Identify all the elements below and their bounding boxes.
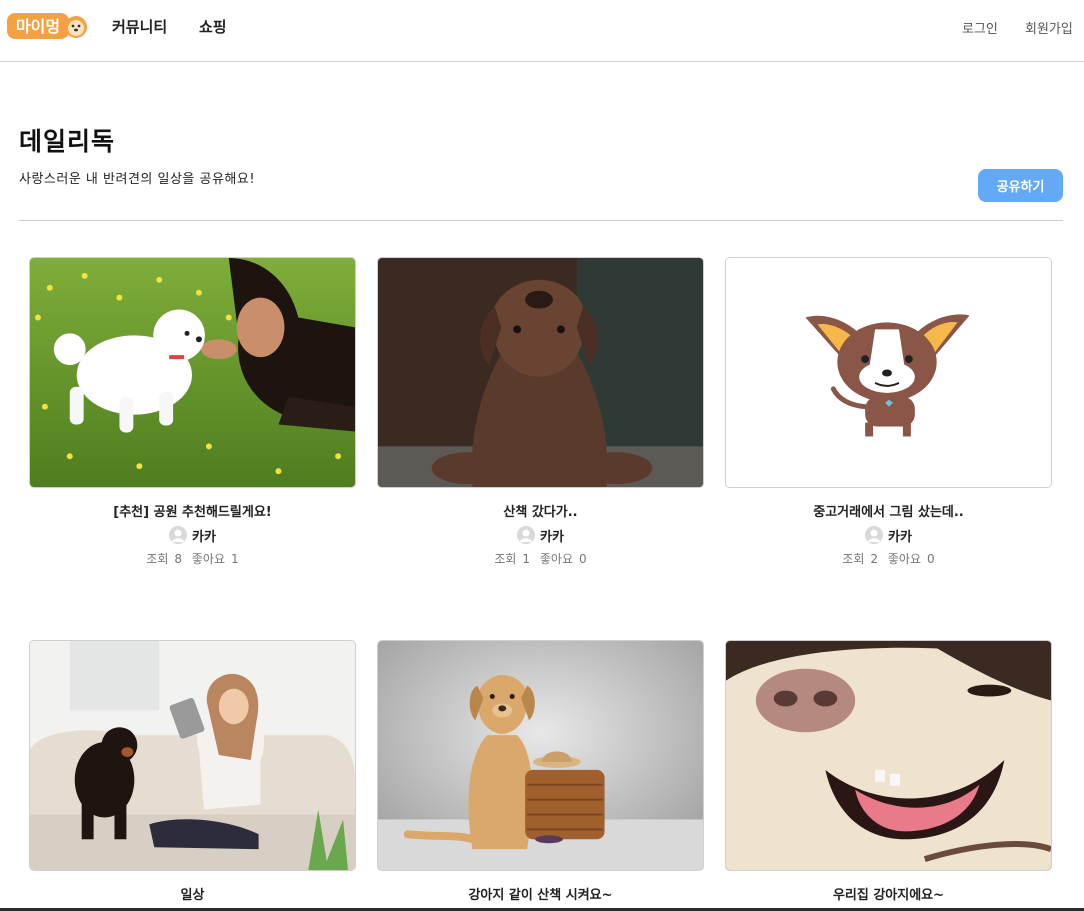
avatar	[169, 526, 188, 544]
signup-link[interactable]: 회원가입	[1025, 18, 1073, 37]
post-stats: 조회 2 좋아요 0	[725, 550, 1052, 567]
likes-count: 1	[231, 552, 239, 566]
post-title[interactable]: 일상	[29, 884, 356, 903]
post-title[interactable]: 우리집 강아지에요~	[725, 884, 1052, 903]
girl-with-tablet-and-dog-image	[30, 641, 355, 870]
post-title[interactable]: [추천] 공원 추천해드릴게요!	[29, 501, 356, 520]
post-thumbnail[interactable]	[725, 640, 1052, 871]
user-icon	[172, 529, 185, 542]
post-author: 카카	[725, 525, 1052, 545]
author-name: 카카	[888, 529, 912, 545]
likes-count: 0	[927, 552, 935, 566]
likes-label: 좋아요	[191, 552, 226, 566]
views-count: 2	[870, 552, 879, 566]
post-stats: 조회 8 좋아요 1	[29, 550, 356, 567]
nav-community[interactable]: 커뮤니티	[112, 16, 167, 37]
golden-retriever-with-suitcase-image	[378, 641, 703, 870]
author-name: 카카	[540, 529, 564, 545]
post-card[interactable]: 중고거래에서 그림 샀는데.. 카카 조회 2 좋아요 0	[725, 257, 1052, 567]
post-stats: 조회 1 좋아요 0	[377, 550, 704, 567]
views-label: 조회	[494, 552, 517, 566]
author-name: 카카	[192, 529, 216, 545]
views-label: 조회	[842, 552, 865, 566]
avatar	[517, 526, 536, 544]
post-thumbnail[interactable]	[377, 257, 704, 488]
post-thumbnail[interactable]	[377, 640, 704, 871]
post-card[interactable]: 산책 갔다가.. 카카 조회 1 좋아요 0	[377, 257, 704, 567]
login-link[interactable]: 로그인	[962, 18, 998, 37]
post-card[interactable]: [추천] 공원 추천해드릴게요! 카카 조회 8 좋아요 1	[29, 257, 356, 567]
top-navigation-bar: 마이멍 커뮤니티 쇼핑 로그인 회원가입	[0, 0, 1084, 62]
views-count: 8	[174, 552, 183, 566]
post-title[interactable]: 중고거래에서 그림 샀는데..	[725, 501, 1052, 520]
views-label: 조회	[146, 552, 169, 566]
post-author: 카카	[377, 525, 704, 545]
post-thumbnail[interactable]	[725, 257, 1052, 488]
smiling-dog-closeup-image	[726, 641, 1051, 870]
post-title[interactable]: 산책 갔다가..	[377, 501, 704, 520]
nav-shopping[interactable]: 쇼핑	[199, 16, 227, 37]
post-thumbnail[interactable]	[29, 640, 356, 871]
post-card[interactable]: 강아지 같이 산책 시켜요~	[377, 640, 704, 903]
views-count: 1	[522, 552, 531, 566]
page-subtitle: 사랑스러운 내 반려견의 일상을 공유해요!	[19, 172, 256, 187]
site-logo[interactable]: 마이멍	[6, 12, 88, 40]
svg-text:마이멍: 마이멍	[16, 17, 60, 36]
avatar	[865, 526, 884, 544]
user-icon	[868, 529, 881, 542]
user-icon	[520, 529, 533, 542]
post-card[interactable]: 우리집 강아지에요~	[725, 640, 1052, 903]
white-dog-with-girl-image	[30, 258, 355, 487]
cartoon-chihuahua-image	[726, 258, 1051, 487]
share-button[interactable]: 공유하기	[978, 169, 1063, 202]
post-card[interactable]: 일상	[29, 640, 356, 903]
divider	[19, 220, 1063, 221]
brown-labrador-image	[378, 258, 703, 487]
post-title[interactable]: 강아지 같이 산책 시켜요~	[377, 884, 704, 903]
post-author: 카카	[29, 525, 356, 545]
likes-count: 0	[579, 552, 587, 566]
post-thumbnail[interactable]	[29, 257, 356, 488]
page-title: 데일리독	[19, 127, 116, 156]
likes-label: 좋아요	[539, 552, 574, 566]
logo-icon: 마이멍	[7, 13, 87, 39]
likes-label: 좋아요	[887, 552, 922, 566]
